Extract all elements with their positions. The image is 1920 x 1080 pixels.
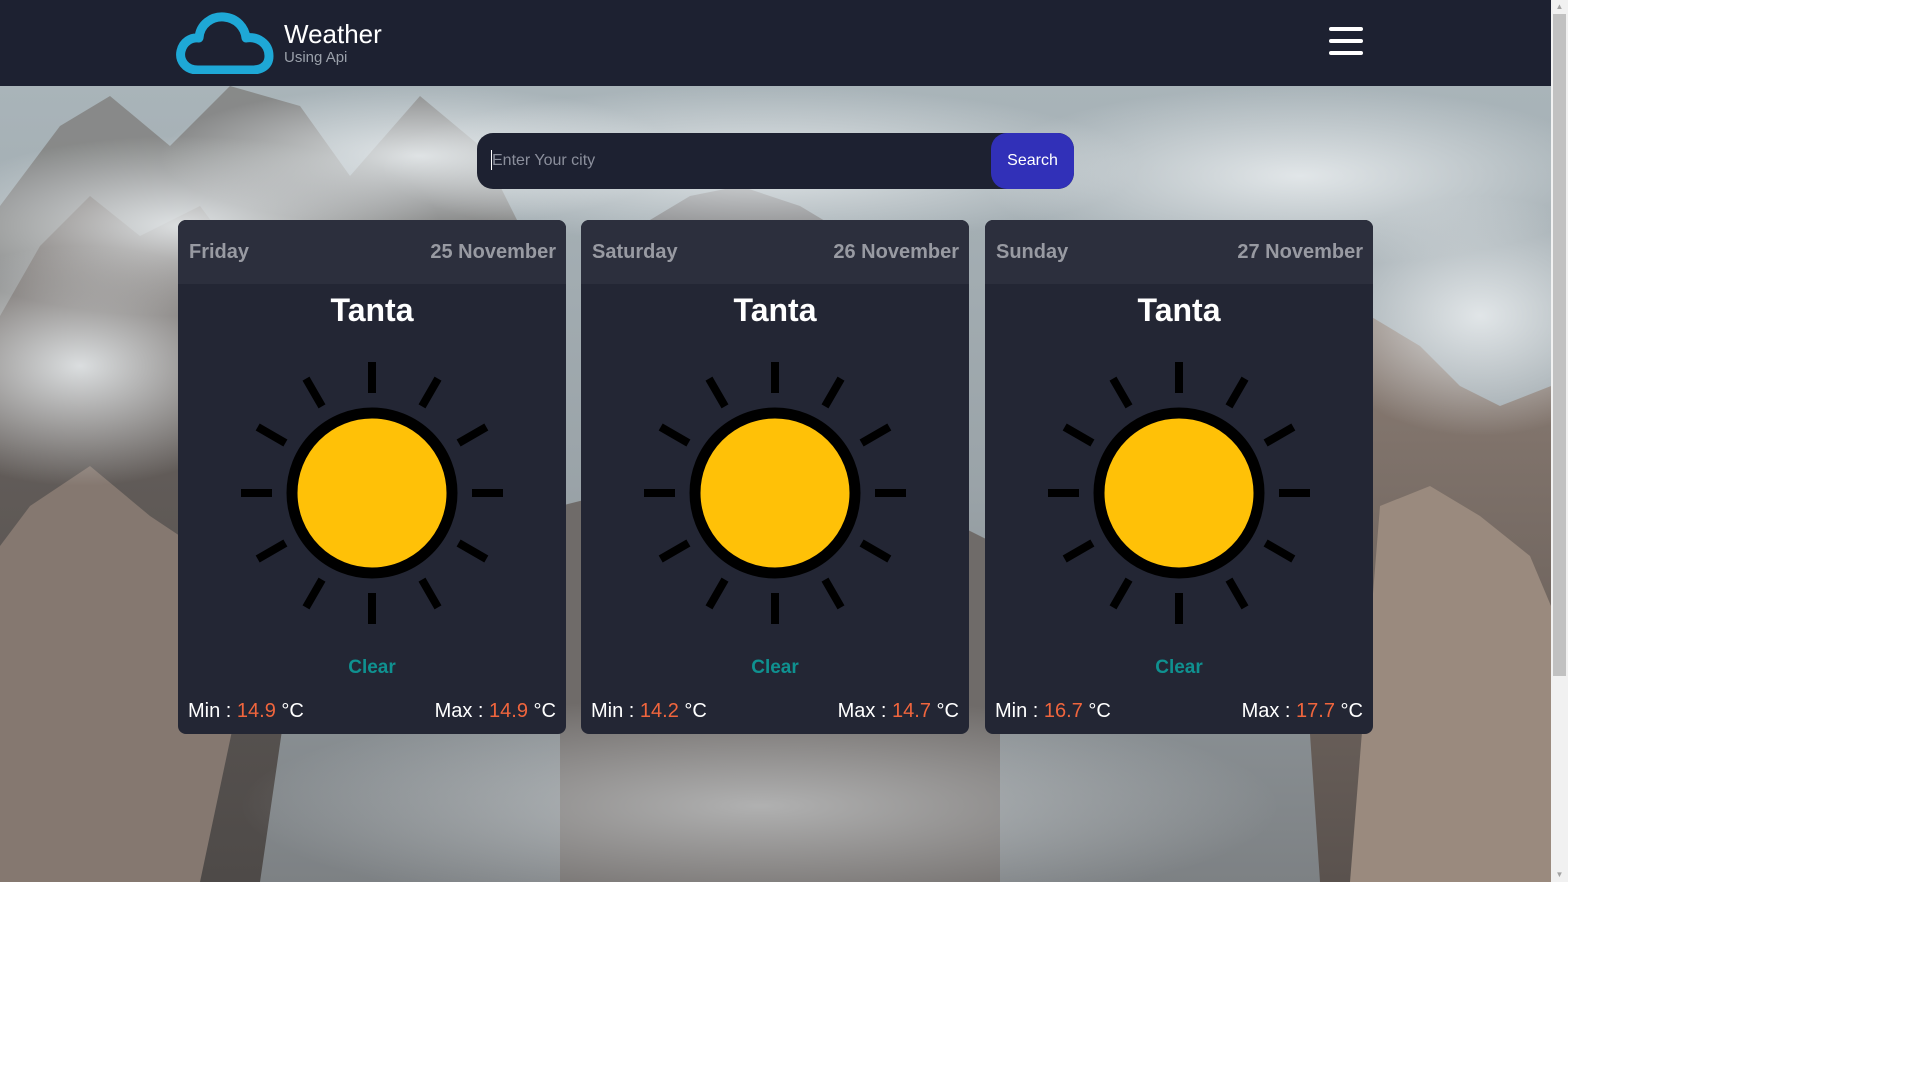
card-city: Tanta xyxy=(733,292,817,328)
card-max-temp: Max : 17.7 °C xyxy=(1242,700,1363,723)
max-value: 17.7 xyxy=(1296,700,1335,722)
max-label: Max : xyxy=(1241,700,1291,722)
min-value: 14.2 xyxy=(639,700,679,722)
temp-unit: °C xyxy=(1088,700,1111,722)
min-label: Min : xyxy=(188,700,232,722)
hamburger-menu-icon[interactable] xyxy=(1329,26,1363,58)
card-header: Saturday 26 November xyxy=(581,220,969,284)
brand[interactable]: Weather Using Api xyxy=(176,12,382,74)
card-day: Friday xyxy=(189,241,250,263)
min-label: Min : xyxy=(995,700,1039,722)
temp-unit: °C xyxy=(533,700,556,722)
forecast-card-sunday: Sunday 27 November Tanta Clear Min: 16.… xyxy=(985,220,1373,734)
card-city: Tanta xyxy=(330,292,414,328)
temp-unit: °C xyxy=(1340,700,1363,722)
min-value: 16.7 xyxy=(1043,700,1083,722)
brand-title: Weather xyxy=(284,19,382,49)
forecast-card-friday: Friday 25 November Tanta Clear Min: 14.… xyxy=(178,220,566,734)
card-city: Tanta xyxy=(1137,292,1221,328)
max-value: 14.9 xyxy=(489,700,528,722)
card-condition: Clear xyxy=(1155,657,1203,678)
text-cursor xyxy=(491,150,492,170)
scrollbar-thumb[interactable] xyxy=(1553,14,1566,676)
card-min-temp: Min : 14.9 °C xyxy=(188,700,304,723)
max-value: 14.7 xyxy=(892,700,931,722)
card-min-temp: Min : 14.2 °C xyxy=(591,700,707,723)
page-scrollbar[interactable]: ▲ ▼ xyxy=(1551,0,1568,882)
card-condition: Clear xyxy=(348,657,396,678)
search-button[interactable]: Search xyxy=(991,133,1074,189)
sun-icon xyxy=(1047,361,1311,629)
min-value: 14.9 xyxy=(236,700,276,722)
temp-unit: °C xyxy=(281,700,304,722)
min-label: Min : xyxy=(591,700,635,722)
scroll-down-arrow-icon[interactable]: ▼ xyxy=(1551,868,1568,882)
city-search-input[interactable] xyxy=(477,133,977,189)
card-header: Sunday 27 November xyxy=(985,220,1373,284)
scroll-up-arrow-icon[interactable]: ▲ xyxy=(1551,0,1568,14)
card-min-temp: Min : 16.7 °C xyxy=(995,700,1111,723)
card-max-temp: Max : 14.7 °C xyxy=(838,700,959,723)
card-day: Sunday xyxy=(996,241,1069,263)
weather-page: Weather Using Api Search Friday 25 Novem… xyxy=(0,0,1568,882)
card-header: Friday 25 November xyxy=(178,220,566,284)
max-label: Max : xyxy=(837,700,887,722)
temp-unit: °C xyxy=(936,700,959,722)
forecast-card-saturday: Saturday 26 November Tanta Clear Min: 1… xyxy=(581,220,969,734)
max-label: Max : xyxy=(434,700,484,722)
card-condition: Clear xyxy=(751,657,799,678)
card-max-temp: Max : 14.9 °C xyxy=(435,700,556,723)
sun-icon xyxy=(240,361,504,629)
search-form: Search xyxy=(477,133,1074,189)
temp-unit: °C xyxy=(684,700,707,722)
sun-icon xyxy=(643,361,907,629)
card-date: 25 November xyxy=(430,241,556,263)
cloud-icon xyxy=(176,12,274,74)
navbar: Weather Using Api xyxy=(0,0,1551,86)
card-date: 26 November xyxy=(833,241,959,263)
brand-subtitle: Using Api xyxy=(284,49,348,66)
card-date: 27 November xyxy=(1237,241,1363,263)
card-day: Saturday xyxy=(592,241,678,263)
